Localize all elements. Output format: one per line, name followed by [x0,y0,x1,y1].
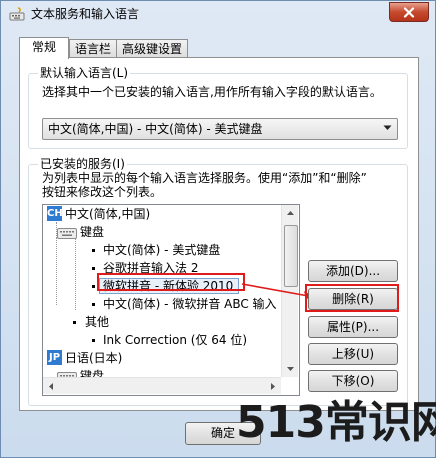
annotation-highlight-selected [97,273,245,291]
bullet-icon [92,339,95,342]
scroll-right-icon [271,382,275,390]
tree-language-label: 日语(日本) [65,351,123,365]
close-button[interactable] [389,2,429,22]
language-badge-jp: JP [47,350,62,365]
chevron-down-icon [383,125,392,130]
scroll-up-icon [286,211,294,215]
scroll-right-button[interactable] [265,378,281,394]
close-icon [403,6,415,18]
bullet-icon [92,285,95,288]
tree-language-chinese[interactable]: CH 中文(简体,中国) [43,205,283,223]
scroll-left-button[interactable] [43,378,59,394]
bullet-icon [92,303,95,306]
default-language-group-label: 默认输入语言(L) [38,66,131,80]
tree-item[interactable]: Ink Correction (仅 64 位) [43,331,283,349]
scroll-left-icon [49,382,53,390]
tree-item[interactable]: 中文(简体) - 美式键盘 [43,241,283,259]
default-language-dropdown[interactable]: 中文(简体,中国) - 中文(简体) - 美式键盘 [42,118,398,140]
default-language-description: 选择其中一个已安装的输入语言,用作所有输入字段的默认语言。 [42,85,382,99]
tab-advanced-key-settings[interactable]: 高级键设置 [116,39,188,58]
tree-language-japanese[interactable]: JP 日语(日本) [43,349,283,367]
general-tab-panel: 默认输入语言(L) 选择其中一个已安装的输入语言,用作所有输入字段的默认语言。 … [19,57,419,411]
installed-services-description-line1: 为列表中显示的每个输入语言选择服务。使用“添加”和“删除” [42,171,367,185]
scroll-up-button[interactable] [282,205,298,221]
scroll-thumb[interactable] [284,225,298,287]
title-bar[interactable]: 文本服务和输入语言 [1,1,435,27]
watermark-number: 513 [236,397,326,448]
keyboard-icon [57,228,77,239]
keyboard-app-icon [9,7,25,21]
window-title: 文本服务和输入语言 [31,7,140,21]
tab-general[interactable]: 常规 [19,37,69,59]
bullet-icon [73,321,76,324]
properties-button[interactable]: 属性(P)... [308,316,398,338]
bullet-icon [92,249,95,252]
tree-category-label: 其他 [85,315,110,329]
dialog-window: 文本服务和输入语言 常规 语言栏 高级键设置 默认输入语言(L) 选择其中一个已… [0,0,436,458]
scroll-down-icon [286,367,294,371]
tree-language-label: 中文(简体,中国) [65,207,151,221]
scroll-down-button[interactable] [282,361,298,377]
tree-horizontal-scrollbar[interactable] [43,377,281,394]
tree-category-label: 键盘 [80,225,105,239]
tree-category-other[interactable]: 其他 [43,313,283,331]
bullet-icon [92,267,95,270]
tree-item-label: Ink Correction (仅 64 位) [103,333,248,347]
watermark-text: 常识网 [324,397,436,448]
installed-services-description-line2: 按钮来修改这个列表。 [42,185,163,199]
watermark-logo: 513常识网 [236,397,436,449]
move-down-button[interactable]: 下移(O) [308,370,398,392]
annotation-highlight-remove [305,284,399,312]
tree-category-keyboard[interactable]: 键盘 [43,223,283,241]
default-language-value: 中文(简体,中国) - 中文(简体) - 美式键盘 [48,122,263,136]
add-button[interactable]: 添加(D)... [308,260,398,282]
language-badge-ch: CH [47,206,63,221]
installed-services-group-label: 已安装的服务(I) [38,157,127,171]
tree-item-label: 中文(简体) - 美式键盘 [103,243,221,257]
move-up-button[interactable]: 上移(U) [308,343,398,365]
tab-language-bar[interactable]: 语言栏 [69,39,117,58]
